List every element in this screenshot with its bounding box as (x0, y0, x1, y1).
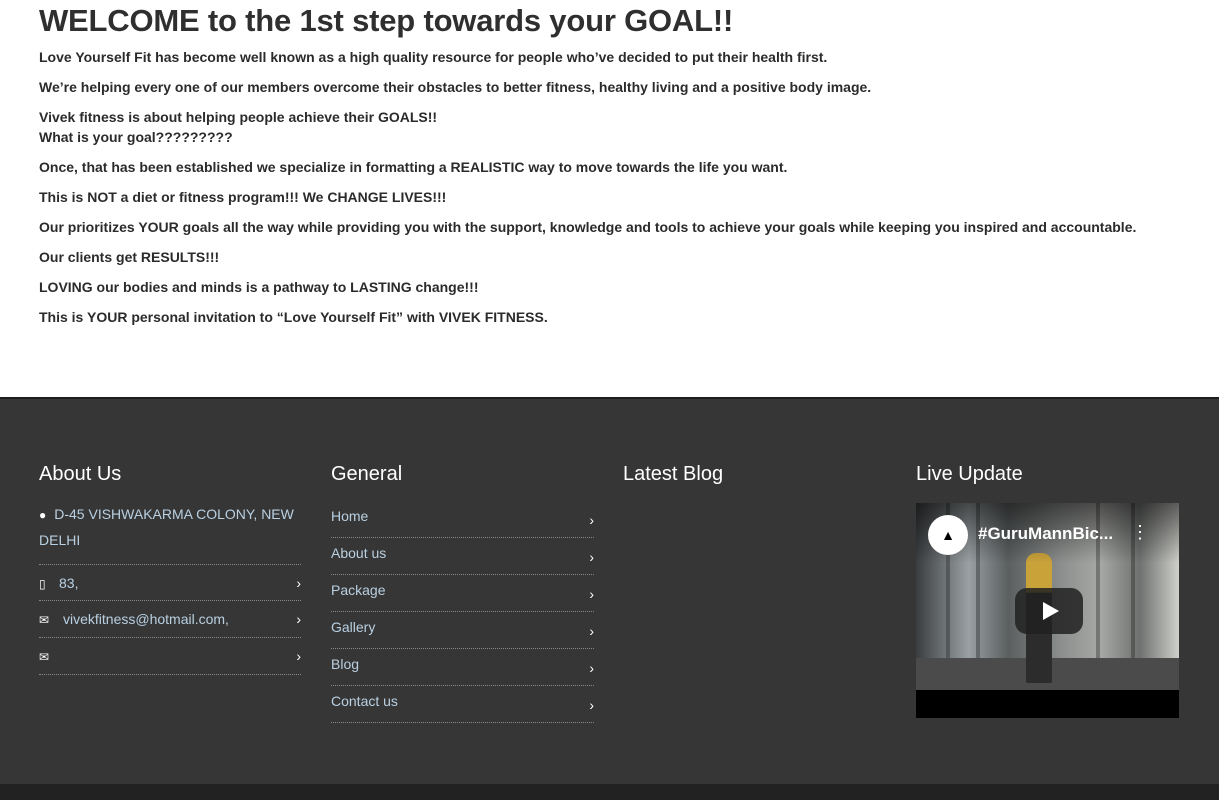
footer-general-column: General Home › About us › Package › Gallery… (331, 462, 594, 723)
intro-paragraph-4: What is your goal????????? (39, 129, 233, 145)
menu-item-package[interactable]: Package › (331, 575, 594, 612)
intro-paragraph-6: This is NOT a diet or fitness program!!!… (39, 189, 447, 205)
phone-row[interactable]: ▯ 83, › (39, 564, 301, 601)
menu-item-label: Contact us (331, 693, 398, 709)
intro-paragraph-7: Our prioritizes YOUR goals all the way w… (39, 219, 1137, 235)
more-options-icon[interactable]: ⋮ (1131, 523, 1149, 541)
chevron-right-icon: › (589, 586, 594, 602)
menu-item-label: Package (331, 582, 386, 598)
intro-paragraph-8: Our clients get RESULTS!!! (39, 249, 220, 265)
chevron-right-icon: › (296, 575, 301, 591)
intro-paragraph-9: LOVING our bodies and minds is a pathway… (39, 279, 479, 295)
play-button-icon[interactable] (1015, 588, 1083, 634)
menu-item-contact-us[interactable]: Contact us › (331, 686, 594, 723)
footer-blog-column: Latest Blog (623, 462, 886, 486)
intro-paragraph-10: This is YOUR personal invitation to “Lov… (39, 309, 548, 325)
channel-avatar-icon[interactable]: ▲ (928, 515, 968, 555)
envelope-icon: ✉ (39, 613, 50, 627)
menu-item-label: Gallery (331, 619, 376, 635)
menu-item-about-us[interactable]: About us › (331, 538, 594, 575)
address: ● D-45 VISHWAKARMA COLONY, NEW DELHI (39, 502, 301, 553)
email-text: vivekfitness@hotmail.com, (63, 611, 229, 627)
menu-item-blog[interactable]: Blog › (331, 649, 594, 686)
intro-section: WELCOME to the 1st step towards your GOA… (39, 0, 1199, 327)
latest-blog-heading: Latest Blog (623, 463, 724, 485)
chevron-right-icon: › (589, 512, 594, 528)
intro-paragraph-5: Once, that has been established we speci… (39, 159, 788, 175)
general-menu: Home › About us › Package › Gallery › Blog › … (331, 501, 594, 723)
chevron-right-icon: › (589, 697, 594, 713)
about-heading: About Us (39, 463, 122, 485)
youtube-video-embed[interactable]: ▲ #GuruMannBic... ⋮ (916, 503, 1179, 718)
email-row-2[interactable]: ✉ › (39, 638, 301, 675)
menu-item-gallery[interactable]: Gallery › (331, 612, 594, 649)
footer-about-column: About Us ● D-45 VISHWAKARMA COLONY, NEW D… (39, 462, 301, 675)
menu-item-home[interactable]: Home › (331, 501, 594, 538)
general-heading: General (331, 463, 403, 485)
address-text: D-45 VISHWAKARMA COLONY, NEW DELHI (39, 506, 294, 548)
footer-live-column: Live Update (916, 462, 1179, 486)
footer-bottom-bar (0, 784, 1219, 800)
menu-item-label: Home (331, 508, 369, 524)
chevron-right-icon: › (589, 623, 594, 639)
chevron-right-icon: › (589, 549, 594, 565)
phone-text: 83, (59, 575, 79, 591)
menu-item-label: About us (331, 545, 387, 561)
intro-paragraph-3: Vivek fitness is about helping people ac… (39, 109, 438, 125)
map-marker-icon: ● (39, 508, 47, 522)
video-title[interactable]: #GuruMannBic... (978, 524, 1143, 544)
chevron-right-icon: › (589, 660, 594, 676)
menu-item-label: Blog (331, 656, 360, 672)
envelope-icon: ✉ (39, 650, 50, 664)
intro-paragraph-1: Love Yourself Fit has become well known … (39, 49, 828, 65)
mobile-icon: ▯ (39, 577, 46, 591)
chevron-right-icon: › (296, 648, 301, 664)
live-update-heading: Live Update (916, 463, 1023, 485)
welcome-heading: WELCOME to the 1st step towards your GOA… (39, 3, 734, 38)
intro-paragraph-2: We’re helping every one of our members o… (39, 79, 872, 95)
email-row[interactable]: ✉ vivekfitness@hotmail.com, › (39, 601, 301, 638)
chevron-right-icon: › (296, 611, 301, 627)
